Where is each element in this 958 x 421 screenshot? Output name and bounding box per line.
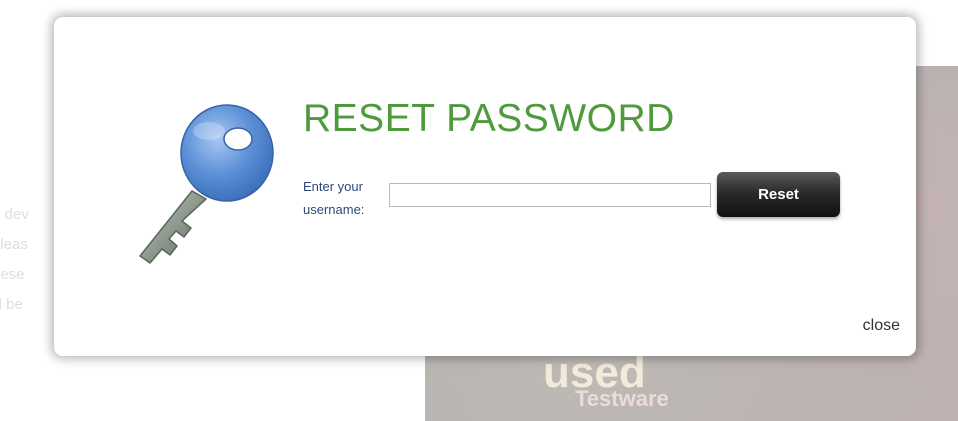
username-input[interactable] <box>389 183 711 207</box>
reset-button[interactable]: Reset <box>717 172 840 217</box>
background-text: n dev eleas nese ill be <box>0 200 60 320</box>
close-link[interactable]: close <box>863 317 900 335</box>
username-label-line: username: <box>303 202 365 217</box>
banner-word: Testware <box>575 386 669 411</box>
background-text-line: ill be <box>0 296 23 313</box>
background-text-line: nese <box>0 266 25 283</box>
background-text-line: n dev <box>0 206 29 223</box>
key-icon <box>138 104 274 265</box>
reset-password-dialog: RESET PASSWORD Enter your username: Rese… <box>54 17 916 356</box>
username-label: Enter your username: <box>303 175 393 221</box>
background-text-line: eleas <box>0 236 28 253</box>
username-label-line: Enter your <box>303 179 363 194</box>
page: n dev eleas nese ill be used Testware li… <box>0 0 958 421</box>
dialog-title: RESET PASSWORD <box>303 97 675 140</box>
